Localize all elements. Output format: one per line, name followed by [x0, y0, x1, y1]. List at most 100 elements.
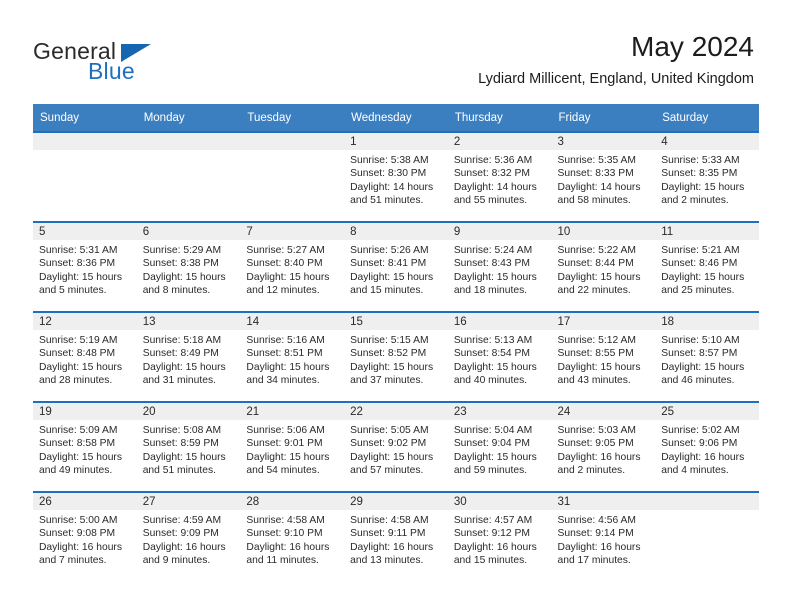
- calendar-day-cell[interactable]: 14 Sunrise: 5:16 AM Sunset: 8:51 PM Dayligh…: [240, 311, 345, 402]
- daylight-text-line2: and 2 minutes.: [557, 465, 626, 477]
- day-details: Sunrise: 4:58 AM Sunset: 9:11 PM Daylight:…: [344, 510, 448, 568]
- sunset-text: Sunset: 8:51 PM: [246, 348, 323, 360]
- sunset-text: Sunset: 8:30 PM: [350, 168, 427, 180]
- sunrise-text: Sunrise: 5:22 AM: [557, 245, 636, 256]
- daylight-text-line1: Daylight: 15 hours: [142, 361, 226, 373]
- sunrise-text: Sunrise: 5:08 AM: [142, 425, 222, 436]
- sunset-text: Sunset: 9:11 PM: [350, 528, 426, 540]
- day-number: 14: [240, 313, 345, 330]
- daylight-text-line1: Daylight: 16 hours: [557, 451, 641, 463]
- sunrise-text: Sunrise: 5:06 AM: [246, 425, 325, 436]
- calendar-day-cell[interactable]: 25 Sunrise: 5:02 AM Sunset: 9:06 PM Dayligh…: [655, 401, 759, 492]
- day-number: 29: [344, 493, 448, 510]
- daylight-text-line2: and 22 minutes.: [557, 285, 631, 297]
- column-header-saturday: Saturday: [655, 104, 759, 132]
- day-number: 28: [240, 493, 345, 510]
- day-details: Sunrise: 5:10 AM Sunset: 8:57 PM Daylight:…: [655, 330, 759, 388]
- sunrise-text: Sunrise: 5:05 AM: [350, 425, 429, 436]
- daylight-text-line1: Daylight: 15 hours: [246, 361, 330, 373]
- calendar-day-cell[interactable]: 31 Sunrise: 4:56 AM Sunset: 9:14 PM Dayligh…: [551, 491, 656, 581]
- day-details: Sunrise: 4:59 AM Sunset: 9:09 PM Daylight:…: [137, 510, 241, 568]
- calendar-day-cell[interactable]: 5 Sunrise: 5:31 AM Sunset: 8:36 PM Daylight…: [33, 221, 137, 312]
- calendar-day-cell[interactable]: 22 Sunrise: 5:05 AM Sunset: 9:02 PM Dayligh…: [344, 401, 448, 492]
- daylight-text-line1: Daylight: 15 hours: [557, 271, 641, 283]
- column-header-thursday: Thursday: [447, 104, 552, 132]
- daylight-text-line1: Daylight: 15 hours: [350, 361, 434, 373]
- daylight-text-line2: and 11 minutes.: [246, 555, 319, 567]
- sunrise-text: Sunrise: 4:58 AM: [246, 515, 325, 526]
- daylight-text-line2: and 51 minutes.: [142, 465, 216, 477]
- calendar-day-cell[interactable]: 1 Sunrise: 5:38 AM Sunset: 8:30 PM Daylight…: [344, 131, 448, 222]
- sunset-text: Sunset: 8:44 PM: [557, 258, 634, 270]
- calendar-day-cell[interactable]: 2 Sunrise: 5:36 AM Sunset: 8:32 PM Daylight…: [447, 131, 552, 222]
- day-number: 25: [655, 403, 759, 420]
- calendar-day-cell[interactable]: 24 Sunrise: 5:03 AM Sunset: 9:05 PM Dayligh…: [551, 401, 656, 492]
- calendar-day-cell[interactable]: 6 Sunrise: 5:29 AM Sunset: 8:38 PM Daylight…: [136, 221, 241, 312]
- daylight-text-line2: and 59 minutes.: [453, 465, 528, 477]
- calendar-grid: Sunday Monday Tuesday Wednesday Thursday…: [33, 104, 759, 581]
- sunrise-text: Sunrise: 5:15 AM: [350, 335, 429, 346]
- day-number: 26: [33, 493, 137, 510]
- brand-logo[interactable]: General Blue: [33, 38, 293, 88]
- calendar-day-cell[interactable]: 21 Sunrise: 5:06 AM Sunset: 9:01 PM Dayligh…: [240, 401, 345, 492]
- daylight-text-line2: and 2 minutes.: [661, 195, 729, 207]
- day-details: Sunrise: 5:24 AM Sunset: 8:43 PM Daylight:…: [448, 240, 552, 298]
- calendar-day-cell[interactable]: 3 Sunrise: 5:35 AM Sunset: 8:33 PM Daylight…: [551, 131, 656, 222]
- calendar-day-cell[interactable]: 10 Sunrise: 5:22 AM Sunset: 8:44 PM Dayligh…: [551, 221, 656, 312]
- calendar-day-cell[interactable]: 23 Sunrise: 5:04 AM Sunset: 9:04 PM Dayligh…: [447, 401, 552, 492]
- day-details: Sunrise: 5:09 AM Sunset: 8:58 PM Daylight:…: [33, 420, 137, 478]
- calendar-day-cell[interactable]: 12 Sunrise: 5:19 AM Sunset: 8:48 PM Dayligh…: [33, 311, 137, 402]
- sunrise-text: Sunrise: 5:24 AM: [453, 245, 533, 256]
- day-details: Sunrise: 5:36 AM Sunset: 8:32 PM Daylight:…: [448, 150, 552, 208]
- daylight-text-line2: and 31 minutes.: [142, 375, 216, 387]
- sunrise-text: Sunrise: 5:26 AM: [350, 245, 429, 256]
- calendar-day-cell[interactable]: 17 Sunrise: 5:12 AM Sunset: 8:55 PM Dayligh…: [551, 311, 656, 402]
- day-number: 31: [551, 493, 656, 510]
- calendar-day-cell[interactable]: 26 Sunrise: 5:00 AM Sunset: 9:08 PM Dayligh…: [33, 491, 137, 581]
- column-header-monday: Monday: [136, 104, 241, 132]
- sunset-text: Sunset: 8:54 PM: [453, 348, 530, 360]
- calendar-day-cell[interactable]: 20 Sunrise: 5:08 AM Sunset: 8:59 PM Dayligh…: [136, 401, 241, 492]
- sunset-text: Sunset: 8:59 PM: [142, 438, 219, 450]
- day-number: 18: [655, 313, 759, 330]
- daylight-text-line1: Daylight: 16 hours: [39, 541, 122, 553]
- calendar-day-cell[interactable]: 16 Sunrise: 5:13 AM Sunset: 8:54 PM Dayligh…: [447, 311, 552, 402]
- sunset-text: Sunset: 8:55 PM: [557, 348, 634, 360]
- calendar-day-cell[interactable]: 19 Sunrise: 5:09 AM Sunset: 8:58 PM Dayligh…: [33, 401, 137, 492]
- calendar-day-cell[interactable]: 15 Sunrise: 5:15 AM Sunset: 8:52 PM Dayligh…: [344, 311, 448, 402]
- calendar-day-cell[interactable]: 13 Sunrise: 5:18 AM Sunset: 8:49 PM Dayligh…: [136, 311, 241, 402]
- day-number: 7: [240, 223, 345, 240]
- daylight-text-line2: and 57 minutes.: [350, 465, 424, 477]
- sunset-text: Sunset: 9:01 PM: [246, 438, 323, 450]
- calendar-day-cell[interactable]: 29 Sunrise: 4:58 AM Sunset: 9:11 PM Dayligh…: [344, 491, 448, 581]
- day-details: Sunrise: 5:08 AM Sunset: 8:59 PM Daylight:…: [137, 420, 241, 478]
- calendar-day-cell[interactable]: 27 Sunrise: 4:59 AM Sunset: 9:09 PM Dayligh…: [136, 491, 241, 581]
- calendar-cell-empty: [240, 131, 345, 222]
- calendar-day-cell[interactable]: 9 Sunrise: 5:24 AM Sunset: 8:43 PM Daylight…: [447, 221, 552, 312]
- sunrise-text: Sunrise: 5:36 AM: [453, 155, 533, 166]
- daylight-text-line1: Daylight: 16 hours: [246, 541, 330, 553]
- calendar-day-cell[interactable]: 7 Sunrise: 5:27 AM Sunset: 8:40 PM Daylight…: [240, 221, 345, 312]
- calendar-day-cell[interactable]: 4 Sunrise: 5:33 AM Sunset: 8:35 PM Daylight…: [655, 131, 759, 222]
- daylight-text-line2: and 40 minutes.: [453, 375, 528, 387]
- calendar-day-cell[interactable]: 11 Sunrise: 5:21 AM Sunset: 8:46 PM Dayligh…: [655, 221, 759, 312]
- sunset-text: Sunset: 8:40 PM: [246, 258, 323, 270]
- calendar-body: 1 Sunrise: 5:38 AM Sunset: 8:30 PM Daylight…: [33, 131, 759, 581]
- daylight-text-line2: and 25 minutes.: [661, 285, 735, 297]
- daylight-text-line1: Daylight: 15 hours: [661, 271, 745, 283]
- calendar-day-cell[interactable]: 30 Sunrise: 4:57 AM Sunset: 9:12 PM Dayligh…: [447, 491, 552, 581]
- calendar-day-cell[interactable]: 28 Sunrise: 4:58 AM Sunset: 9:10 PM Dayligh…: [240, 491, 345, 581]
- sunset-text: Sunset: 8:49 PM: [142, 348, 219, 360]
- calendar-day-cell[interactable]: 18 Sunrise: 5:10 AM Sunset: 8:57 PM Dayligh…: [655, 311, 759, 402]
- day-details: Sunrise: 5:38 AM Sunset: 8:30 PM Daylight:…: [344, 150, 448, 208]
- daylight-text-line1: Daylight: 15 hours: [142, 271, 226, 283]
- daylight-text-line1: Daylight: 15 hours: [246, 271, 330, 283]
- page-title: May 2024: [631, 31, 754, 62]
- location-subtitle: Lydiard Millicent, England, United Kingd…: [478, 71, 754, 88]
- day-details: Sunrise: 4:57 AM Sunset: 9:12 PM Daylight:…: [448, 510, 552, 568]
- daylight-text-line1: Daylight: 15 hours: [350, 271, 434, 283]
- sunset-text: Sunset: 8:35 PM: [661, 168, 738, 180]
- calendar-day-cell[interactable]: 8 Sunrise: 5:26 AM Sunset: 8:41 PM Daylight…: [344, 221, 448, 312]
- sunrise-text: Sunrise: 5:09 AM: [39, 425, 118, 436]
- day-details: Sunrise: 4:58 AM Sunset: 9:10 PM Daylight:…: [240, 510, 344, 568]
